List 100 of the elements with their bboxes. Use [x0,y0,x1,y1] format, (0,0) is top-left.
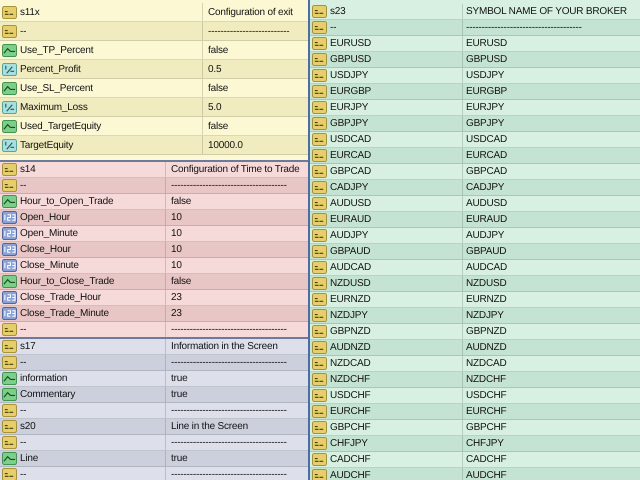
number-icon [2,227,17,240]
symbol-value: EURCHF [466,406,506,417]
parameter-value: 0.5 [208,64,222,74]
document-icon [312,5,327,18]
symbol-name: USDCHF [330,390,370,401]
symbol-name: NZDCAD [330,358,370,369]
number-icon [2,307,17,320]
parameter-name: Commentary [20,389,76,400]
parameter-value: 5.0 [208,102,222,112]
document-icon [312,53,327,66]
symbol-name: GBPCAD [330,166,372,177]
document-icon [2,24,17,38]
document-icon [312,197,327,210]
document-icon [2,179,17,192]
parameter-name: Close_Hour [20,244,71,255]
symbol-name: AUDUSD [330,198,372,209]
parameter-value: false [171,276,192,287]
symbol-value: NZDCAD [466,358,506,369]
symbol-value: USDCAD [466,134,508,145]
document-icon [312,325,327,338]
slash-icon [2,100,17,114]
slash-icon [2,62,17,76]
symbol-value: ------------------------------------- [466,22,582,33]
document-icon [312,181,327,194]
symbol-value: AUDNZD [466,342,506,353]
symbol-name: AUDNZD [330,342,370,353]
symbol-value: CADCHF [466,454,506,465]
line-chart-icon [2,275,17,288]
symbol-name: CHFJPY [330,438,368,449]
parameter-value: false [208,120,228,132]
parameter-value: 10000.0 [208,140,243,150]
document-icon [312,469,327,480]
parameter-name: -- [20,26,26,36]
symbol-value: CHFJPY [466,438,504,449]
symbol-name: NZDJPY [330,310,368,321]
document-icon [312,341,327,354]
number-icon [2,243,17,256]
parameter-value: 23 [171,308,182,319]
parameter-name: Use_TP_Percent [20,44,94,56]
parameter-value: true [171,453,188,464]
symbol-value: EURNZD [466,294,506,305]
document-icon [2,356,17,369]
symbol-name: NZDUSD [330,278,370,289]
parameter-value: Information in the Screen [171,341,278,352]
parameter-name: -- [20,437,26,448]
parameter-value: Configuration of Time to Trade [171,164,300,175]
document-icon [312,421,327,434]
document-icon [312,229,327,242]
number-icon [2,211,17,224]
parameter-value: true [171,389,188,400]
line-chart-icon [2,82,17,94]
parameter-value: 10 [171,260,182,271]
parameter-name: Line [20,453,38,464]
parameter-name: -- [20,180,26,191]
symbol-value: GBPCAD [466,166,508,177]
line-chart-icon [2,452,17,465]
symbol-name: USDCAD [330,134,372,145]
parameter-name: Percent_Profit [20,64,81,74]
symbol-name: GBPUSD [330,54,372,65]
parameter-name: Close_Minute [20,260,79,271]
parameter-value: ------------------------------------- [171,357,287,368]
symbol-name: EURNZD [330,294,370,305]
symbol-value: EURUSD [466,38,508,49]
symbol-value: USDJPY [466,70,504,81]
symbol-value: GBPNZD [466,326,506,337]
document-icon [312,21,327,34]
parameter-name: Maximum_Loss [20,102,88,112]
document-icon [312,117,327,130]
parameter-name: s11x [20,6,40,18]
document-icon [312,437,327,450]
document-icon [312,309,327,322]
line-chart-icon [2,372,17,385]
document-icon [2,163,17,176]
symbol-name: GBPAUD [330,246,370,257]
parameter-name: s17 [20,341,36,352]
symbol-name: EURAUD [330,214,372,225]
symbol-name: EURCAD [330,150,372,161]
symbol-value: GBPCHF [466,422,506,433]
symbol-value: GBPUSD [466,54,508,65]
symbol-name: NZDCHF [330,374,370,385]
document-icon [312,37,327,50]
document-icon [312,245,327,258]
parameter-value: 10 [171,228,182,239]
line-chart-icon [2,44,17,56]
symbol-name: EURCHF [330,406,370,417]
parameter-name: TargetEquity [20,140,74,150]
parameter-value: ------------------------------------- [171,180,287,191]
parameter-name: -- [20,357,26,368]
parameter-value: 10 [171,244,182,255]
document-icon [312,261,327,274]
symbol-value: AUDUSD [466,198,508,209]
symbol-value: CADJPY [466,182,504,193]
document-icon [312,405,327,418]
symbol-value: NZDCHF [466,374,506,385]
parameter-name: Close_Trade_Hour [20,292,101,303]
parameter-name: Open_Minute [20,228,78,239]
parameter-value: Line in the Screen [171,421,248,432]
symbol-value: GBPAUD [466,246,506,257]
symbol-name: EURUSD [330,38,372,49]
document-icon [312,453,327,466]
